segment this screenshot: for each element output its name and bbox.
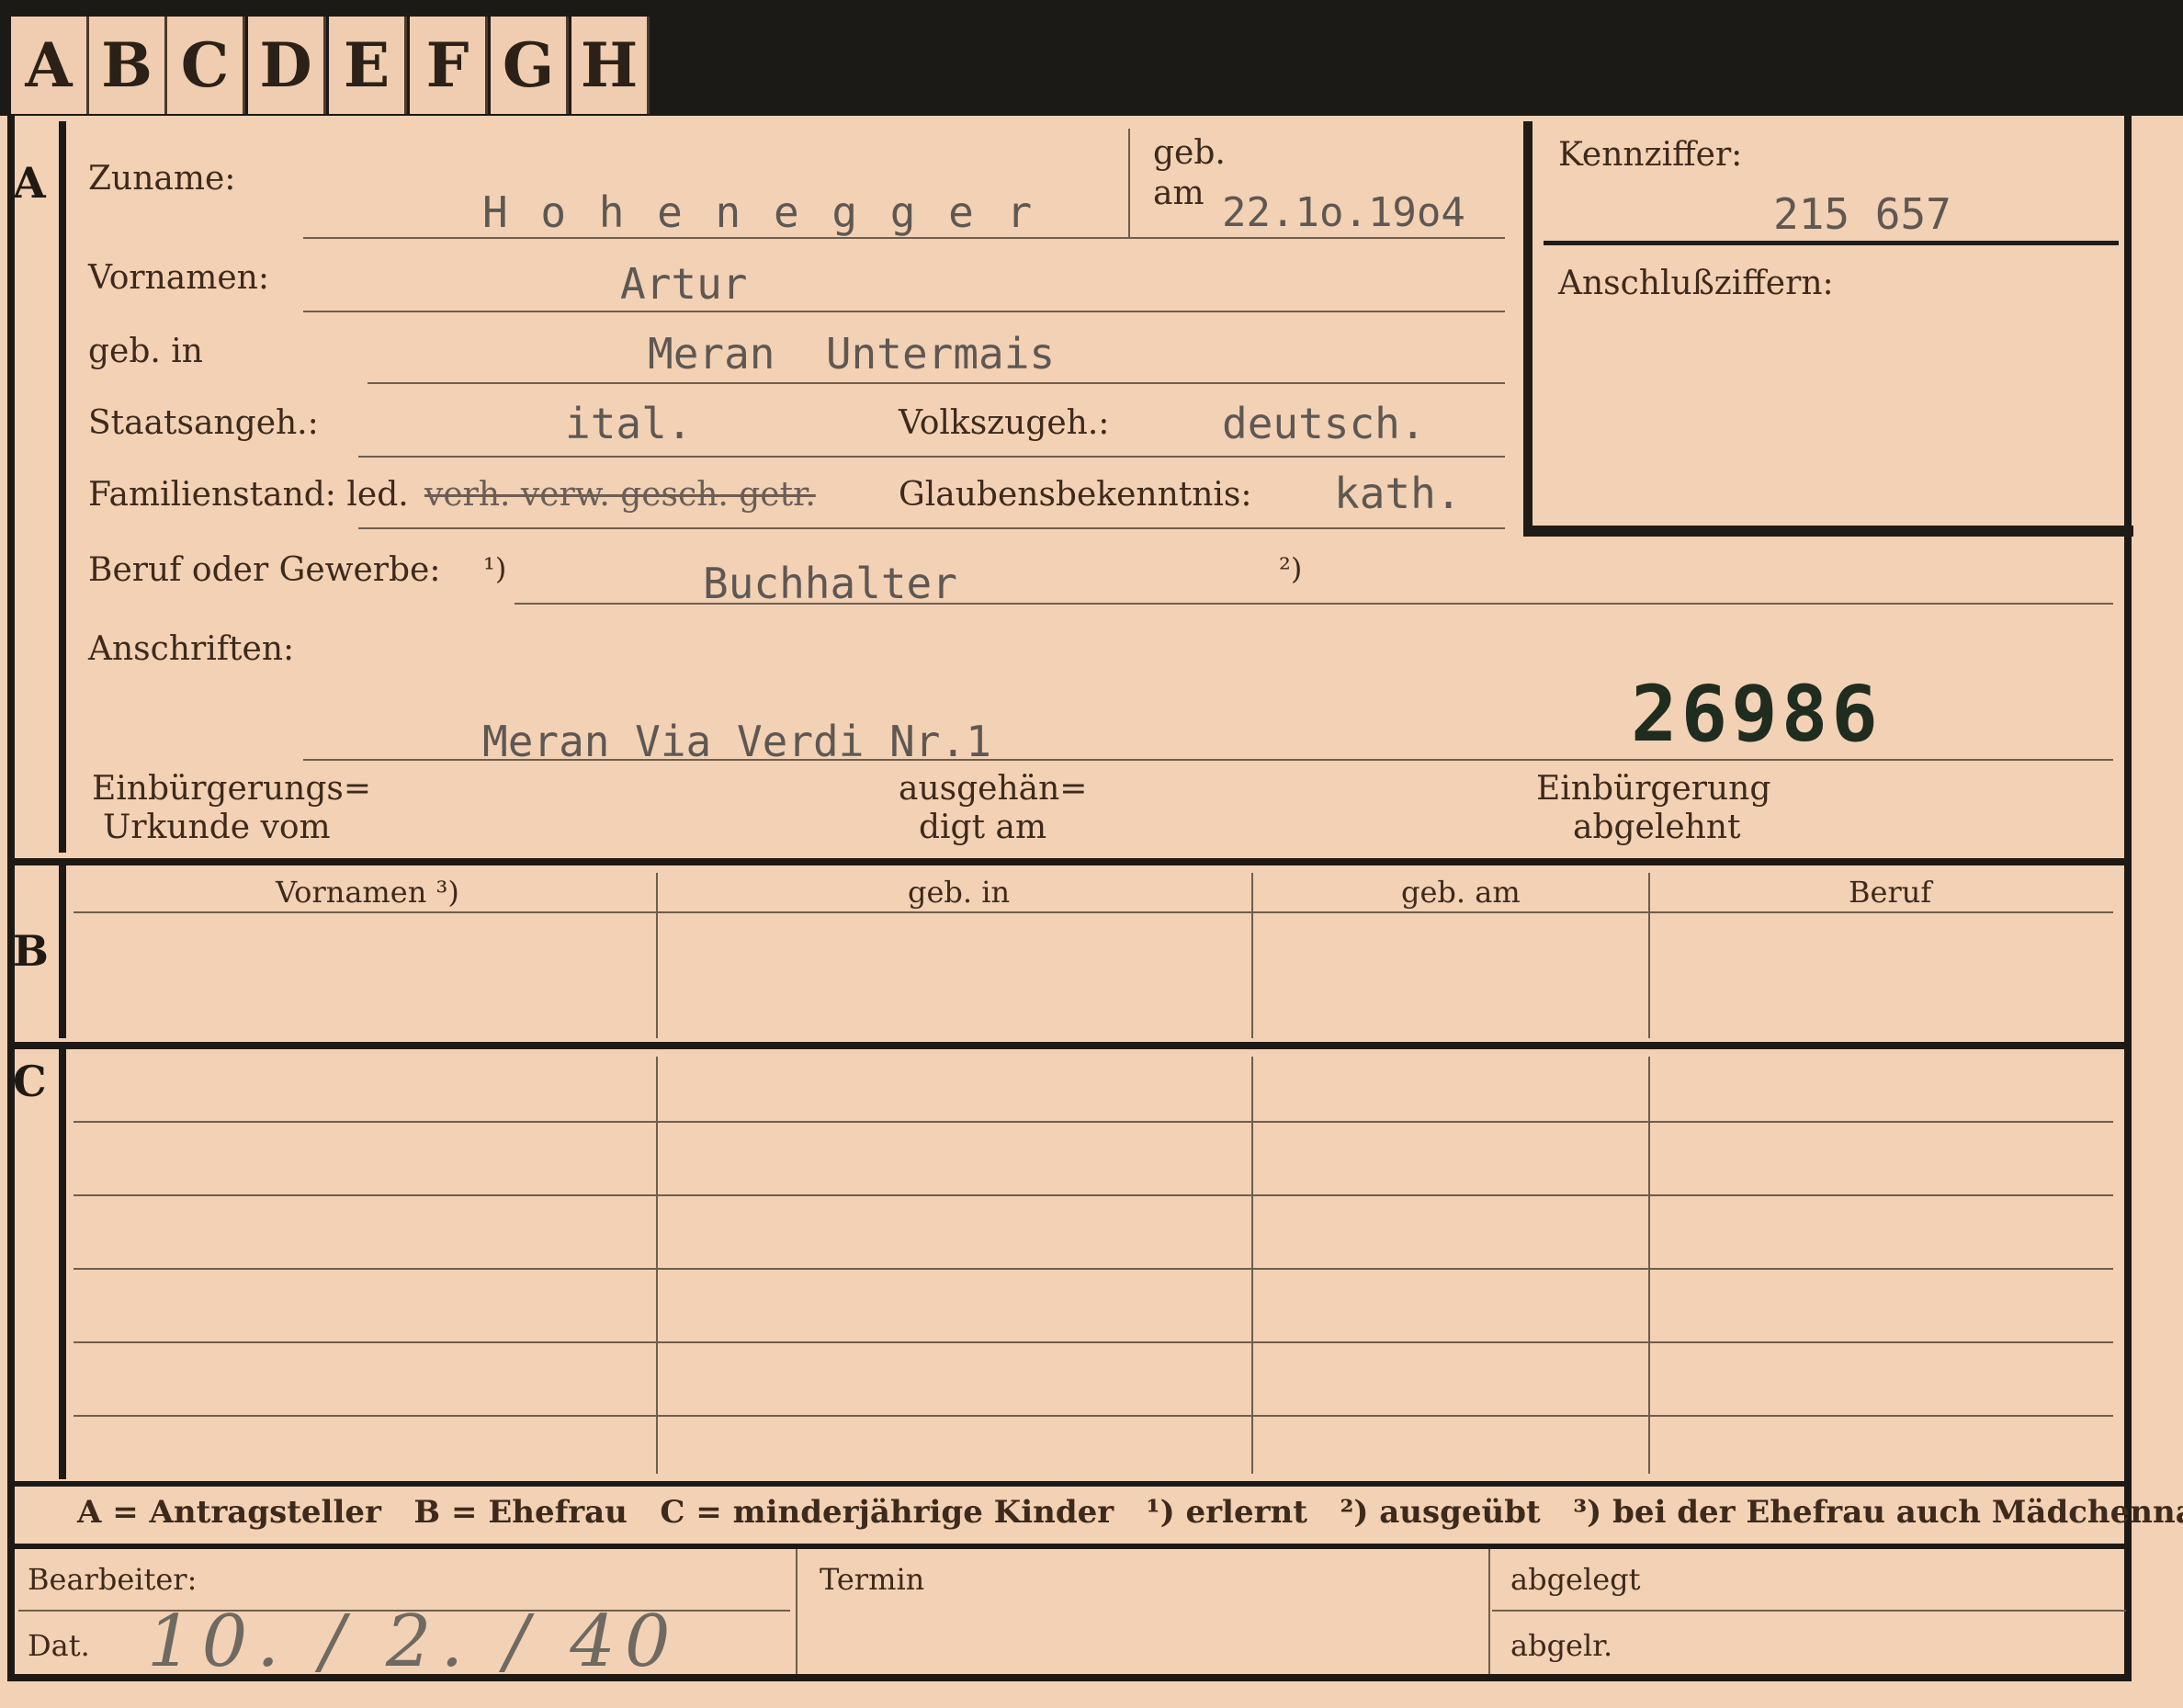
top-strip <box>0 0 2183 116</box>
ausgeh-line1: ausgehän= <box>899 770 1088 808</box>
volkszugeh-value: deutsch. <box>1222 399 1426 448</box>
beruf-underline <box>515 603 2113 605</box>
tab-e[interactable]: E <box>329 17 407 114</box>
kennziffer-box <box>1523 121 2133 537</box>
familienstand-label: Familienstand: led. <box>88 476 409 514</box>
section-c-top-rule <box>7 1042 2132 1049</box>
tab-h[interactable]: H <box>571 17 650 114</box>
footer-divider-2 <box>1488 1549 1490 1674</box>
ausgeh-line2: digt am <box>919 809 1047 846</box>
vornamen-label: Vornamen: <box>88 259 269 297</box>
col-header-geb-am: geb. am <box>1401 875 1521 910</box>
stamp-number: 26986 <box>1631 669 1882 759</box>
section-b-rule <box>59 864 66 1038</box>
familienstand-struck: verh. verw. gesch. getr. <box>424 476 816 514</box>
section-letter-a: A <box>13 158 46 208</box>
vornamen-value: Artur <box>620 259 748 309</box>
col-divider-3 <box>1648 873 1650 1038</box>
kennziffer-rule <box>1544 241 2119 245</box>
geb-in-value: Meran Untermais <box>648 329 1056 379</box>
abgelegt-label: abgelegt <box>1510 1562 1641 1597</box>
tab-f[interactable]: F <box>410 17 488 114</box>
anschriften-label: Anschriften: <box>88 630 295 668</box>
staatsangeh-label: Staatsangeh.: <box>88 404 319 442</box>
c-row-line-3 <box>74 1268 2113 1270</box>
col-header-vornamen: Vornamen ³) <box>276 875 459 910</box>
footnote-1-marker: ¹) <box>483 551 507 586</box>
col-divider-2 <box>1251 873 1253 1038</box>
geb-divider <box>1128 129 1130 237</box>
legend-top-rule <box>7 1481 2132 1487</box>
section-a-rule <box>59 121 66 853</box>
header-underline <box>74 911 2113 913</box>
c-row-line-4 <box>74 1341 2113 1343</box>
section-c-rule <box>59 1047 66 1479</box>
abgelr-label: abgelr. <box>1510 1628 1613 1663</box>
vornamen-underline <box>303 311 1505 312</box>
beruf-value: Buchhalter <box>703 559 957 608</box>
glaubens-label: Glaubensbekenntnis: <box>899 476 1252 514</box>
c-row-line-1 <box>74 1121 2113 1123</box>
dat-label: Dat. <box>28 1628 90 1663</box>
tab-a[interactable]: A <box>11 17 89 114</box>
zuname-value: H o h e n e g g e r <box>482 187 1036 237</box>
bearbeiter-label: Bearbeiter: <box>28 1562 198 1597</box>
c-row-line-5 <box>74 1415 2113 1417</box>
geb-in-underline <box>368 382 1505 384</box>
einb-abgelehnt-line2: abgelehnt <box>1573 809 1741 846</box>
geb-in-label: geb. in <box>88 333 203 370</box>
staatsangeh-value: ital. <box>565 399 693 448</box>
footnote-2-marker: ²) <box>1279 551 1303 586</box>
beruf-label: Beruf oder Gewerbe: <box>88 551 441 589</box>
abgelegt-underline <box>1492 1610 2126 1612</box>
legend-bottom-rule <box>7 1544 2132 1549</box>
c-col-divider-2 <box>1251 1057 1253 1474</box>
c-row-line-2 <box>74 1194 2113 1196</box>
zuname-underline <box>303 237 1505 239</box>
einb-abgelehnt-line1: Einbürgerung <box>1536 770 1771 808</box>
am-label: am <box>1153 175 1205 212</box>
zuname-label: Zuname: <box>88 160 236 198</box>
kennziffer-value: 215 657 <box>1773 189 1951 239</box>
c-col-divider-1 <box>656 1057 658 1474</box>
section-letter-c: C <box>13 1057 47 1106</box>
footer-divider-1 <box>796 1549 797 1674</box>
col-header-geb-in: geb. in <box>908 875 1011 910</box>
anschrift-underline <box>303 759 2113 761</box>
geb-am-value: 22.1o.19o4 <box>1222 189 1465 236</box>
staatsangeh-underline <box>358 456 1505 458</box>
einb-urkunde-line2: Urkunde vom <box>103 809 331 846</box>
dat-value: 10. / 2. / 40 <box>147 1601 680 1683</box>
col-divider-1 <box>656 873 658 1038</box>
c-col-divider-3 <box>1648 1057 1650 1474</box>
card-left-border <box>7 116 15 1678</box>
einb-urkunde-line1: Einbürgerungs= <box>92 770 372 808</box>
tab-d[interactable]: D <box>248 17 326 114</box>
tab-c[interactable]: C <box>167 17 245 114</box>
glaubens-value: kath. <box>1334 469 1462 518</box>
legend-text: A = Antragsteller B = Ehefrau C = minder… <box>77 1494 2183 1531</box>
tab-g[interactable]: G <box>491 17 569 114</box>
section-letter-b: B <box>13 926 49 976</box>
termin-label: Termin <box>820 1562 925 1597</box>
anschluss-label: Anschlußziffern: <box>1558 265 1834 302</box>
geb-label: geb. <box>1153 134 1226 172</box>
section-b-top-rule <box>7 858 2132 865</box>
kennziffer-label: Kennziffer: <box>1558 136 1743 174</box>
familienstand-underline <box>358 527 1505 529</box>
tab-b[interactable]: B <box>89 17 167 114</box>
volkszugeh-label: Volkszugeh.: <box>899 404 1110 442</box>
col-header-beruf: Beruf <box>1849 875 1932 910</box>
